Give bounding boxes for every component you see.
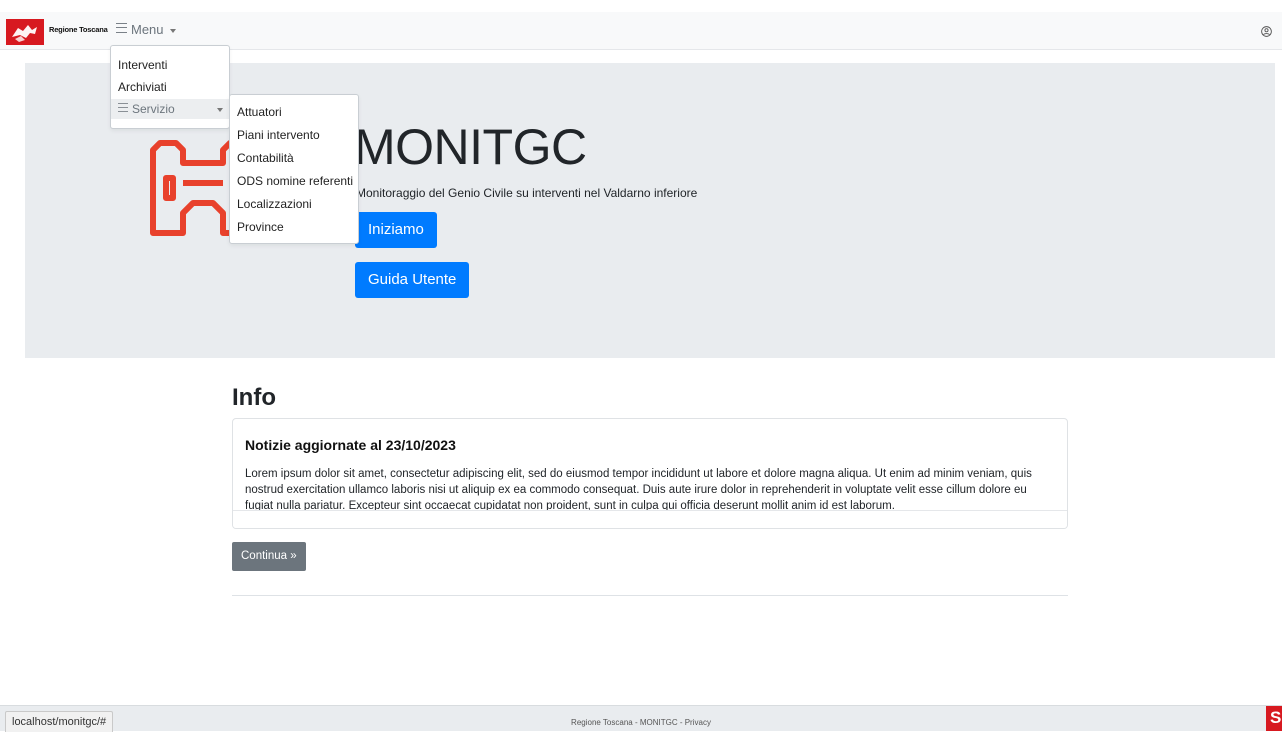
continue-button[interactable]: Continua »: [232, 542, 306, 571]
page-title: MONITGC: [354, 119, 587, 175]
menu-label: Menu: [131, 22, 164, 37]
card-divider: [233, 510, 1067, 528]
news-card-title: Notizie aggiornate al 23/10/2023: [245, 437, 456, 453]
regione-toscana-logo[interactable]: [6, 19, 44, 45]
submenu-item-attuatori[interactable]: Attuatori: [230, 102, 358, 122]
submenu-item-ods-nomine[interactable]: ODS nomine referenti: [230, 171, 358, 191]
divider: [232, 595, 1068, 596]
user-guide-button[interactable]: Guida Utente: [355, 262, 470, 298]
menu-item-servizio-label: Servizio: [132, 102, 175, 116]
hamburger-icon: [116, 23, 127, 33]
chevron-down-icon: [217, 108, 223, 112]
status-bar-url: localhost/monitgc/#: [5, 711, 114, 732]
submenu-item-province[interactable]: Province: [230, 217, 358, 237]
menu-item-interventi[interactable]: Interventi: [111, 55, 229, 75]
submenu-item-piani-intervento[interactable]: Piani intervento: [230, 125, 358, 145]
news-card-text: Lorem ipsum dolor sit amet, consectetur …: [245, 468, 1032, 511]
menu-toggle-button[interactable]: Menu: [116, 22, 176, 37]
info-heading: Info: [232, 384, 276, 411]
main-menu-dropdown: Interventi Archiviati Servizio: [110, 45, 230, 129]
footer: Regione Toscana - MONITGC - Privacy: [0, 705, 1282, 731]
hamburger-icon: [118, 103, 128, 112]
user-account-icon[interactable]: [1261, 26, 1272, 37]
brand-name[interactable]: Regione Toscana: [49, 25, 108, 34]
chevron-down-icon: [169, 28, 176, 33]
submenu-item-contabilita[interactable]: Contabilità: [230, 148, 358, 168]
menu-item-servizio[interactable]: Servizio: [111, 99, 229, 119]
news-card: Notizie aggiornate al 23/10/2023 Lorem i…: [232, 418, 1068, 529]
submenu-item-localizzazioni[interactable]: Localizzazioni: [230, 194, 358, 214]
menu-item-archiviati[interactable]: Archiviati: [111, 77, 229, 97]
servizio-submenu: Attuatori Piani intervento Contabilità O…: [229, 94, 359, 244]
corner-badge-icon[interactable]: S: [1266, 706, 1282, 731]
page-subtitle: Monitoraggio del Genio Civile su interve…: [356, 186, 698, 200]
start-button[interactable]: Iniziamo: [355, 212, 437, 248]
footer-text[interactable]: Regione Toscana - MONITGC - Privacy: [0, 718, 1282, 727]
news-card-body[interactable]: Notizie aggiornate al 23/10/2023 Lorem i…: [245, 437, 1055, 511]
